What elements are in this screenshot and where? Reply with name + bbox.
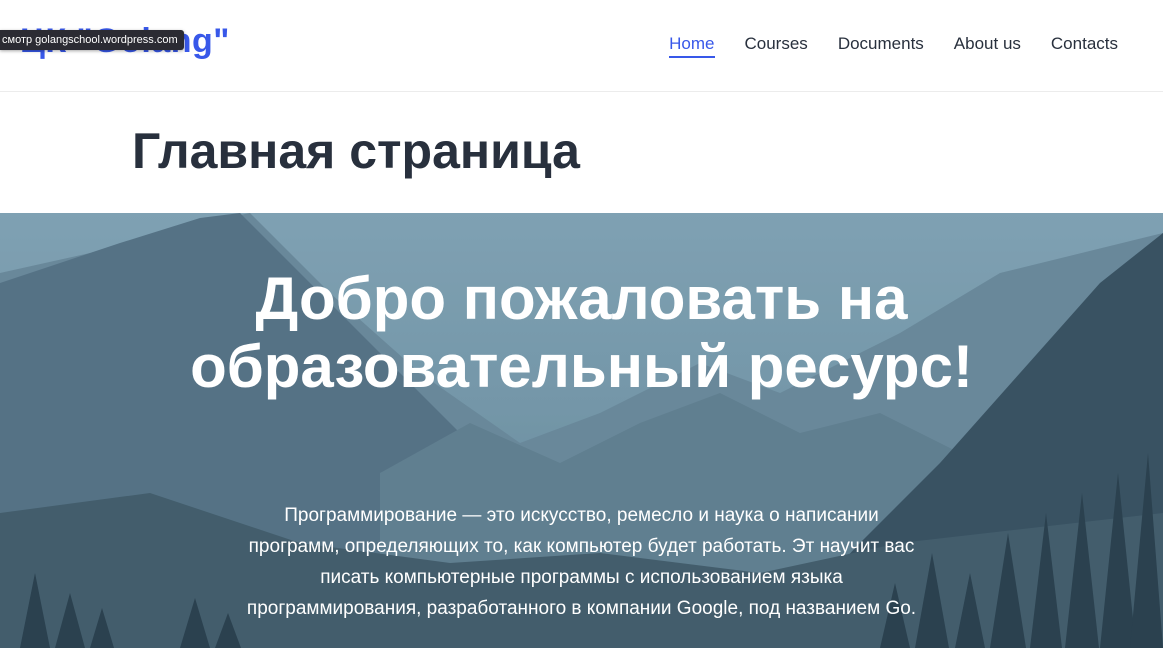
main-nav: Home Courses Documents About us Contacts	[639, 34, 1118, 58]
hero-description: Программирование — это искусство, ремесл…	[246, 505, 917, 619]
site-header: ЦК "Golang" смотр golangschool.wordpress…	[0, 0, 1163, 92]
nav-item-home[interactable]: Home	[669, 34, 715, 58]
page-title: Главная страница	[132, 123, 580, 179]
preview-badge: смотр golangschool.wordpress.com	[0, 30, 184, 50]
nav-item-courses[interactable]: Courses	[745, 34, 808, 58]
nav-item-documents[interactable]: Documents	[838, 34, 924, 58]
nav-item-about-us[interactable]: About us	[954, 34, 1021, 58]
nav-item-contacts[interactable]: Contacts	[1051, 34, 1118, 58]
hero-cover: Добро пожаловать на образовательный ресу…	[0, 213, 1163, 648]
hero-heading: Добро пожаловать на образовательный ресу…	[190, 265, 973, 400]
